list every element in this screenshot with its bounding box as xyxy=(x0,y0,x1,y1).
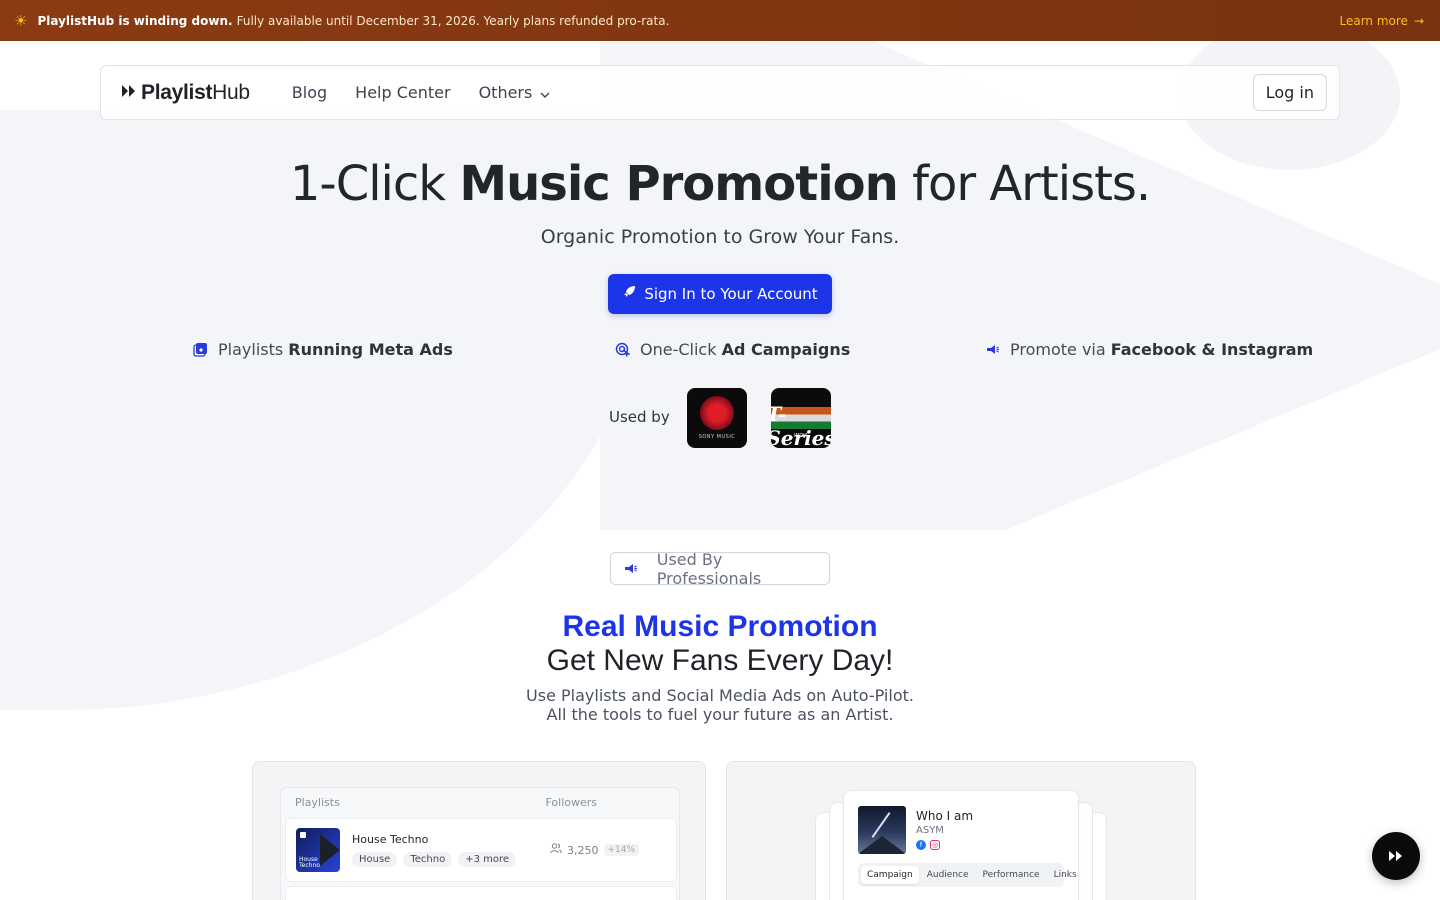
banner-bold-text: PlaylistHub is winding down. xyxy=(37,13,233,28)
chevron-down-icon xyxy=(540,83,550,102)
hero-title: 1-Click Music Promotion for Artists. xyxy=(0,156,1440,212)
sony-music-logo: SONY MUSIC xyxy=(687,388,747,448)
nav-link-help-center[interactable]: Help Center xyxy=(355,83,450,102)
playlists-table-header: Playlists Followers xyxy=(281,788,679,817)
playlist-name: House Techno xyxy=(352,833,429,846)
cover-beam xyxy=(871,812,891,838)
column-followers: Followers xyxy=(545,796,597,809)
target-click-icon xyxy=(614,342,630,358)
campaign-card: Who I am ASYM f ◎ Campaign Audience Perf… xyxy=(843,790,1079,900)
followers-count: 3,250 +14% xyxy=(550,843,640,857)
cover-text: House Techno xyxy=(299,856,320,869)
track-artist: ASYM xyxy=(916,825,944,836)
sun-icon: ☀ xyxy=(14,11,28,30)
followers-change: +14% xyxy=(603,844,640,856)
top-navigation: Playlist Hub Blog Help Center Others Log … xyxy=(100,65,1340,120)
followers-value: 3,250 xyxy=(567,843,599,857)
section-title: Real Music Promotion xyxy=(562,610,878,643)
tab-links[interactable]: Links xyxy=(1048,866,1083,884)
feature-social: Promote via Facebook & Instagram xyxy=(984,340,1313,359)
hero-subtitle: Organic Promotion to Grow Your Fans. xyxy=(540,226,900,248)
hero-title-bold: Music Promotion xyxy=(459,156,898,212)
tab-audience[interactable]: Audience xyxy=(921,866,975,884)
social-icons: f ◎ xyxy=(916,840,940,850)
feature-playlists-pre: Playlists xyxy=(218,340,289,359)
facebook-icon: f xyxy=(916,840,926,850)
tag: Techno xyxy=(403,852,453,867)
fast-forward-icon xyxy=(1388,847,1404,866)
track-title: Who I am xyxy=(916,809,974,823)
hero-title-post: for Artists. xyxy=(897,156,1151,212)
used-by-professionals-badge: Used By Professionals xyxy=(610,549,830,588)
feature-campaigns-pre: One-Click xyxy=(640,340,722,359)
used-by-label: Used by xyxy=(609,408,670,426)
tseries-text: T-Series xyxy=(771,402,831,448)
logo-text-hub: Hub xyxy=(212,80,250,104)
megaphone-icon xyxy=(984,342,1000,358)
section-description: Use Playlists and Social Media Ads on Au… xyxy=(0,686,1440,724)
sony-music-text: SONY MUSIC xyxy=(698,434,736,440)
tag-more[interactable]: +3 more xyxy=(458,852,517,867)
logo-text-playlist: Playlist xyxy=(141,80,213,104)
badge-label: Used By Professionals xyxy=(656,549,762,588)
tab-campaign[interactable]: Campaign xyxy=(861,866,919,884)
feature-playlists: Playlists Running Meta Ads xyxy=(192,340,453,359)
nav-others-label: Others xyxy=(478,83,533,102)
campaign-preview-card: Who I am ASYM f ◎ Campaign Audience Perf… xyxy=(726,761,1196,900)
table-row[interactable] xyxy=(285,886,677,900)
tag: House xyxy=(352,852,398,867)
rocket-icon xyxy=(622,285,636,303)
track-cover xyxy=(858,806,906,854)
campaign-tabs: Campaign Audience Performance Links xyxy=(858,863,1077,887)
fast-forward-icon xyxy=(121,84,137,101)
cover-badge xyxy=(300,832,306,838)
tseries-sub-text: INDIA xyxy=(794,433,808,439)
feature-social-bold: Facebook & Instagram xyxy=(1110,340,1314,359)
playlist-cover: House Techno xyxy=(296,828,340,872)
nav-link-blog[interactable]: Blog xyxy=(292,83,327,102)
playlist-info: House Techno House Techno +3 more xyxy=(352,833,517,867)
users-icon xyxy=(550,843,562,857)
banner-text: Fully available until December 31, 2026.… xyxy=(236,13,670,28)
playlist-tags: House Techno +3 more xyxy=(352,852,517,867)
section-subtitle: Get New Fans Every Day! xyxy=(546,644,894,677)
tseries-logo: T-Series INDIA xyxy=(771,388,831,448)
table-row[interactable]: House Techno House Techno House Techno +… xyxy=(285,818,677,882)
sign-in-button[interactable]: Sign In to Your Account xyxy=(608,274,832,314)
playlists-table: Playlists Followers House Techno House T… xyxy=(280,787,680,900)
playlisthub-logo[interactable]: Playlist Hub xyxy=(121,81,250,105)
tab-performance[interactable]: Performance xyxy=(977,866,1046,884)
chat-fab-button[interactable] xyxy=(1372,832,1420,880)
playlists-preview-card: Playlists Followers House Techno House T… xyxy=(252,761,706,900)
instagram-icon: ◎ xyxy=(930,840,940,850)
feature-campaigns-bold: Ad Campaigns xyxy=(721,340,851,359)
feature-campaigns: One-Click Ad Campaigns xyxy=(614,340,850,359)
login-button[interactable]: Log in xyxy=(1252,74,1327,111)
arrow-right-icon: → xyxy=(1413,13,1424,28)
announcement-banner: ☀ PlaylistHub is winding down. Fully ava… xyxy=(0,0,1440,41)
nav-others-dropdown[interactable]: Others xyxy=(479,83,551,102)
section-description-line2: All the tools to fuel your future as an … xyxy=(546,705,894,724)
learn-more-link[interactable]: Learn more → xyxy=(1340,14,1427,28)
hero-title-pre: 1-Click xyxy=(289,156,460,212)
cover-mountain xyxy=(858,836,906,854)
feature-playlists-bold: Running Meta Ads xyxy=(288,340,453,359)
sony-music-emblem xyxy=(700,396,734,430)
megaphone-icon xyxy=(623,561,639,577)
section-description-line1: Use Playlists and Social Media Ads on Au… xyxy=(526,686,914,705)
feature-social-pre: Promote via xyxy=(1010,340,1111,359)
column-playlists: Playlists xyxy=(295,796,340,809)
learn-more-label: Learn more xyxy=(1339,13,1408,28)
sign-in-button-label: Sign In to Your Account xyxy=(644,285,818,303)
playlist-icon xyxy=(192,342,208,358)
